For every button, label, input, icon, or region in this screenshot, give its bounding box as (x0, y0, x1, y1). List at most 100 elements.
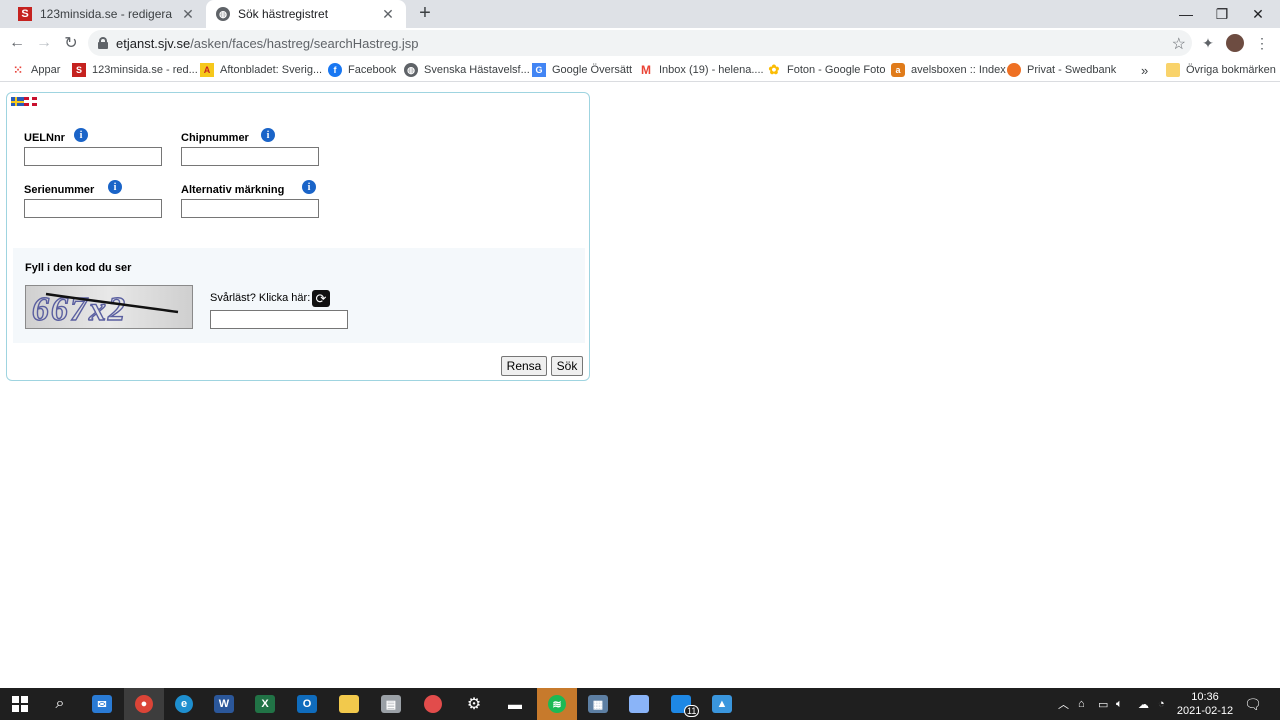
paint-app-icon[interactable] (413, 688, 453, 720)
info-icon[interactable]: i (108, 180, 122, 194)
close-icon[interactable]: ✕ (180, 6, 196, 23)
close-window-button[interactable]: ✕ (1240, 0, 1276, 28)
photos-app-icon[interactable]: ▲ (702, 688, 742, 720)
search-form-panel: UELNnr i Chipnummer i Serienummer i Alte… (6, 92, 590, 381)
battery-icon[interactable]: ▭ (1098, 688, 1108, 720)
notifications-icon[interactable]: 🗨︎ (1244, 688, 1262, 720)
bookmark-gmail[interactable]: M Inbox (19) - helena.... (639, 62, 764, 78)
mail-app-icon[interactable]: ✉ (82, 688, 122, 720)
close-icon[interactable]: ✕ (380, 6, 396, 23)
captcha-input[interactable] (210, 310, 348, 329)
window-app-icon[interactable]: ▬ (495, 688, 535, 720)
edge-icon[interactable]: e (164, 688, 204, 720)
bookmark-other-folder[interactable]: Övriga bokmärken (1166, 62, 1276, 78)
facebook-icon: f (328, 63, 342, 77)
bookmark-aftonbladet[interactable]: A Aftonbladet: Sverig... (200, 62, 322, 78)
uelnnr-label: UELNnr (24, 132, 65, 144)
printer-app-icon[interactable]: ▤ (371, 688, 411, 720)
back-arrow-icon[interactable]: ← (5, 32, 29, 54)
english-flag-icon[interactable] (24, 97, 37, 106)
bookmark-label: Aftonbladet: Sverig... (220, 64, 323, 76)
meet-now-icon[interactable]: ⌂ (1078, 688, 1085, 720)
volume-icon[interactable]: 🔈︎ (1116, 688, 1123, 720)
more-bookmarks-button[interactable]: » (1141, 62, 1148, 78)
windows-start-icon[interactable] (0, 688, 40, 720)
bookmark-facebook[interactable]: f Facebook (328, 62, 396, 78)
uelnnr-input[interactable] (24, 147, 162, 166)
folder-icon (1166, 63, 1180, 77)
reload-icon[interactable]: ↻ (59, 32, 83, 54)
captcha-image: 667x2 (25, 285, 193, 329)
bookmark-google-photos[interactable]: ✿ Foton - Google Foto (767, 62, 886, 78)
swedish-flag-icon[interactable] (11, 97, 24, 106)
search-icon[interactable]: ⌕ (40, 688, 80, 720)
clock-date: 2021-02-12 (1176, 705, 1234, 717)
tab-123minsida[interactable]: S 123minsida.se - redigera ✕ (8, 0, 206, 28)
info-icon[interactable]: i (261, 128, 275, 142)
bookmark-label: avelsboxen :: Index (911, 64, 1006, 76)
tab-sok-hastregistret[interactable]: ◍ Sök hästregistret ✕ (206, 0, 406, 28)
profile-avatar[interactable] (1226, 34, 1244, 52)
google-translate-icon: G (532, 63, 546, 77)
tray-chevron-icon[interactable]: ︿ (1058, 688, 1069, 720)
serienummer-label: Serienummer (24, 184, 95, 196)
tab-strip: S 123minsida.se - redigera ✕ ◍ Sök hästr… (0, 0, 1280, 28)
maximize-button[interactable]: ❐ (1204, 0, 1240, 28)
bookmark-label: Svenska Hästavelsf... (424, 64, 530, 76)
clear-button[interactable]: Rensa (501, 356, 547, 376)
bookmark-label: Inbox (19) - helena.... (659, 64, 764, 76)
word-icon[interactable]: W (204, 688, 244, 720)
notes-app-icon[interactable] (619, 688, 659, 720)
aftonbladet-icon: A (200, 63, 214, 77)
bookmark-label: 123minsida.se - red... (92, 64, 198, 76)
bookmark-label: Facebook (348, 64, 397, 76)
globe-icon: ◍ (216, 7, 230, 21)
alternativ-markning-label: Alternativ märkning (181, 184, 285, 196)
address-bar[interactable]: etjanst.sjv.se/asken/faces/hastreg/searc… (88, 30, 1192, 56)
bookmark-svenska-hastavel[interactable]: ◍ Svenska Hästavelsf... (404, 62, 530, 78)
bookmark-label: Övriga bokmärken (1186, 64, 1276, 76)
settings-gear-icon[interactable]: ⚙ (454, 688, 494, 720)
lock-icon[interactable] (98, 37, 108, 49)
captcha-text: 667x2 (32, 291, 127, 328)
menu-kebab-icon[interactable]: ⋮ (1253, 34, 1271, 52)
chipnummer-label: Chipnummer (181, 132, 249, 144)
outlook-icon[interactable]: O (287, 688, 327, 720)
language-flags (11, 97, 37, 106)
excel-icon[interactable]: X (245, 688, 285, 720)
bookmark-google-translate[interactable]: G Google Översätt (532, 62, 632, 78)
bookmark-label: Privat - Swedbank (1027, 64, 1117, 76)
alternativ-markning-input[interactable] (181, 199, 319, 218)
captcha-section: Fyll i den kod du ser 667x2 Svårläst? Kl… (13, 248, 585, 343)
apps-grid-icon: ⁙ (12, 63, 24, 77)
network-icon[interactable]: ◔ (1158, 688, 1165, 720)
bookmark-123minsida[interactable]: S 123minsida.se - red... (72, 62, 198, 78)
forward-arrow-icon[interactable]: → (32, 32, 56, 54)
chrome-icon[interactable]: ● (124, 688, 164, 720)
info-icon[interactable]: i (74, 128, 88, 142)
spotify-icon[interactable]: ≋ (537, 688, 577, 720)
chipnummer-input[interactable] (181, 147, 319, 166)
app-with-badge-icon[interactable]: 11 (661, 688, 701, 720)
bookmark-appar[interactable]: ⁙ Appar (11, 62, 60, 78)
taskbar-clock[interactable]: 10:36 2021-02-12 (1176, 690, 1234, 718)
extensions-puzzle-icon[interactable]: ✦ (1199, 34, 1217, 52)
refresh-captcha-icon[interactable]: ⟳ (312, 290, 330, 307)
tab-title: Sök hästregistret (238, 7, 329, 21)
windows-taskbar: ⌕ ✉ ● e W X O ▤ ⚙ ▬ ≋ ▦ 11 ▲ ︿ ⌂ ▭ 🔈︎ ☁ … (0, 688, 1280, 720)
search-button[interactable]: Sök (551, 356, 583, 376)
captcha-title: Fyll i den kod du ser (25, 262, 132, 274)
file-explorer-icon[interactable] (329, 688, 369, 720)
bookmark-star-icon[interactable]: ☆ (1172, 34, 1186, 54)
google-photos-icon: ✿ (768, 62, 780, 77)
onedrive-cloud-icon[interactable]: ☁ (1138, 688, 1149, 720)
info-icon[interactable]: i (302, 180, 316, 194)
bookmark-avelsboxen[interactable]: a avelsboxen :: Index (891, 62, 1006, 78)
new-tab-button[interactable]: + (414, 3, 436, 25)
bookmark-label: Appar (31, 64, 61, 76)
captcha-graphic: 667x2 (31, 290, 179, 328)
bookmark-swedbank[interactable]: Privat - Swedbank (1007, 62, 1116, 78)
serienummer-input[interactable] (24, 199, 162, 218)
calculator-icon[interactable]: ▦ (578, 688, 618, 720)
minimize-button[interactable]: — (1168, 0, 1204, 28)
